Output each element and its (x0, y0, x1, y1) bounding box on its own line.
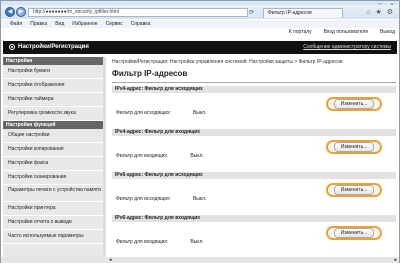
edit-button[interactable]: Изменить... (333, 142, 375, 152)
app-title: Настройки/Регистрация (18, 44, 89, 50)
filter-label: Фильтр для входящих: (116, 239, 169, 245)
refresh-icon[interactable]: ⟳ (249, 9, 254, 16)
sidebar-item-paper[interactable]: Настройки бумаги (3, 65, 103, 79)
filter-label: Фильтр для исходящих: (116, 110, 171, 116)
sidebar-item-copy[interactable]: Настройки копирования (3, 143, 103, 157)
address-row: ◀ ▶ http://●●●●●●●/m_security_ipfilter.h… (1, 5, 399, 19)
menu-view[interactable]: Вид (55, 20, 64, 28)
horizontal-scrollbar[interactable]: ◂ ▸ (1, 257, 399, 263)
admin-message-link[interactable]: Сообщение администратору системы (303, 44, 391, 50)
filter-value: Выкл. (190, 239, 204, 245)
sidebar-item-timer[interactable]: Настройки таймера (3, 93, 103, 107)
sidebar-item-volume[interactable]: Регулировка громкости звука (3, 107, 103, 121)
section-header: IPv4-адрес: Фильтр для входящих (112, 129, 396, 136)
change-button-highlight: Изменить... (326, 226, 382, 240)
favorites-icon[interactable]: ★ (375, 9, 381, 16)
edit-button[interactable]: Изменить... (333, 185, 375, 195)
menu-help[interactable]: Справка (131, 20, 151, 28)
breadcrumb: Настройки/Регистрация: Настройка управле… (112, 59, 343, 65)
filter-value: Выкл. (192, 196, 207, 202)
logout-link[interactable]: Выход (380, 29, 395, 35)
filter-value: Выкл. (192, 110, 207, 116)
section-header: IPv6-адрес: Фильтр для входящих (112, 215, 396, 222)
home-icon[interactable]: ⌂ (366, 9, 370, 16)
filter-label: Фильтр для входящих: (116, 153, 169, 159)
menu-tools[interactable]: Сервис (106, 20, 123, 28)
sidebar-item-scan[interactable]: Настройки сканирования (3, 171, 103, 185)
address-bar[interactable]: http://●●●●●●●/m_security_ipfilter.html (28, 8, 248, 17)
edit-button[interactable]: Изменить... (333, 228, 375, 238)
gear-icon[interactable]: ⚙ (387, 9, 393, 16)
change-button-highlight: Изменить... (326, 140, 382, 154)
section-ipv4-outgoing: IPv4-адрес: Фильтр для исходящих Фильтр … (112, 86, 396, 129)
browser-tab[interactable]: Фильтр IP-адресов (263, 8, 343, 18)
top-links: К порталу Вход пользователя Выход (1, 28, 399, 35)
sidebar-item-frequent[interactable]: Часто используемые параметры (3, 230, 103, 244)
sidebar-item-memory-print[interactable]: Параметры печати с устройства памяти (3, 185, 103, 202)
back-icon[interactable]: ◀ (5, 7, 15, 17)
scroll-left-icon[interactable]: ◂ (109, 257, 112, 263)
section-ipv6-incoming: IPv6-адрес: Фильтр для входящих Фильтр д… (112, 215, 396, 258)
sidebar-scrollbar[interactable] (103, 57, 106, 263)
change-button-highlight: Изменить... (326, 97, 382, 111)
sidebar-heading-functions: Настройки функций (3, 121, 103, 129)
main-content: Настройки/Регистрация: Настройка управле… (112, 59, 396, 263)
section-ipv6-outgoing: IPv6-адрес: Фильтр для исходящих Фильтр … (112, 172, 396, 215)
sidebar-heading-settings: Настройки (3, 57, 103, 65)
sidebar-item-display[interactable]: Настройки отображения (3, 79, 103, 93)
divider (112, 82, 396, 83)
section-header: IPv4-адрес: Фильтр для исходящих (112, 86, 396, 93)
page-title: Фильтр IP-адресов (112, 69, 188, 78)
sidebar-item-printer[interactable]: Настройки принтера (3, 202, 103, 216)
sidebar-item-common[interactable]: Общие настройки (3, 129, 103, 143)
sidebar: Настройки Настройки бумаги Настройки ото… (3, 57, 103, 263)
title-bar-black: Настройки/Регистрация Сообщение админист… (3, 41, 397, 54)
filter-value: Выкл. (190, 153, 204, 159)
sidebar-item-output-report[interactable]: Настройки отчета о выводе (3, 216, 103, 230)
filter-label: Фильтр для исходящих: (116, 196, 171, 202)
menu-favorites[interactable]: Избранное (72, 20, 97, 28)
forward-icon[interactable]: ▶ (16, 7, 26, 17)
edit-button[interactable]: Изменить... (333, 99, 375, 109)
portal-link[interactable]: К порталу (289, 29, 312, 35)
section-ipv4-incoming: IPv4-адрес: Фильтр для входящих Фильтр д… (112, 129, 396, 172)
change-button-highlight: Изменить... (326, 183, 382, 197)
section-header: IPv6-адрес: Фильтр для исходящих (112, 172, 396, 179)
login-user-label: Вход пользователя (323, 29, 369, 35)
menu-file[interactable]: Файл (10, 20, 22, 28)
app-header: К порталу Вход пользователя Выход Настро… (1, 28, 399, 55)
menu-edit[interactable]: Правка (30, 20, 47, 28)
scroll-right-icon[interactable]: ▸ (394, 257, 397, 263)
menu-bar: Файл Правка Вид Избранное Сервис Справка (1, 20, 399, 28)
settings-logo-icon (9, 44, 15, 50)
sidebar-item-fax[interactable]: Настройки факса (3, 157, 103, 171)
toolbar-icons: ⌂ ★ ⚙ (366, 9, 393, 16)
